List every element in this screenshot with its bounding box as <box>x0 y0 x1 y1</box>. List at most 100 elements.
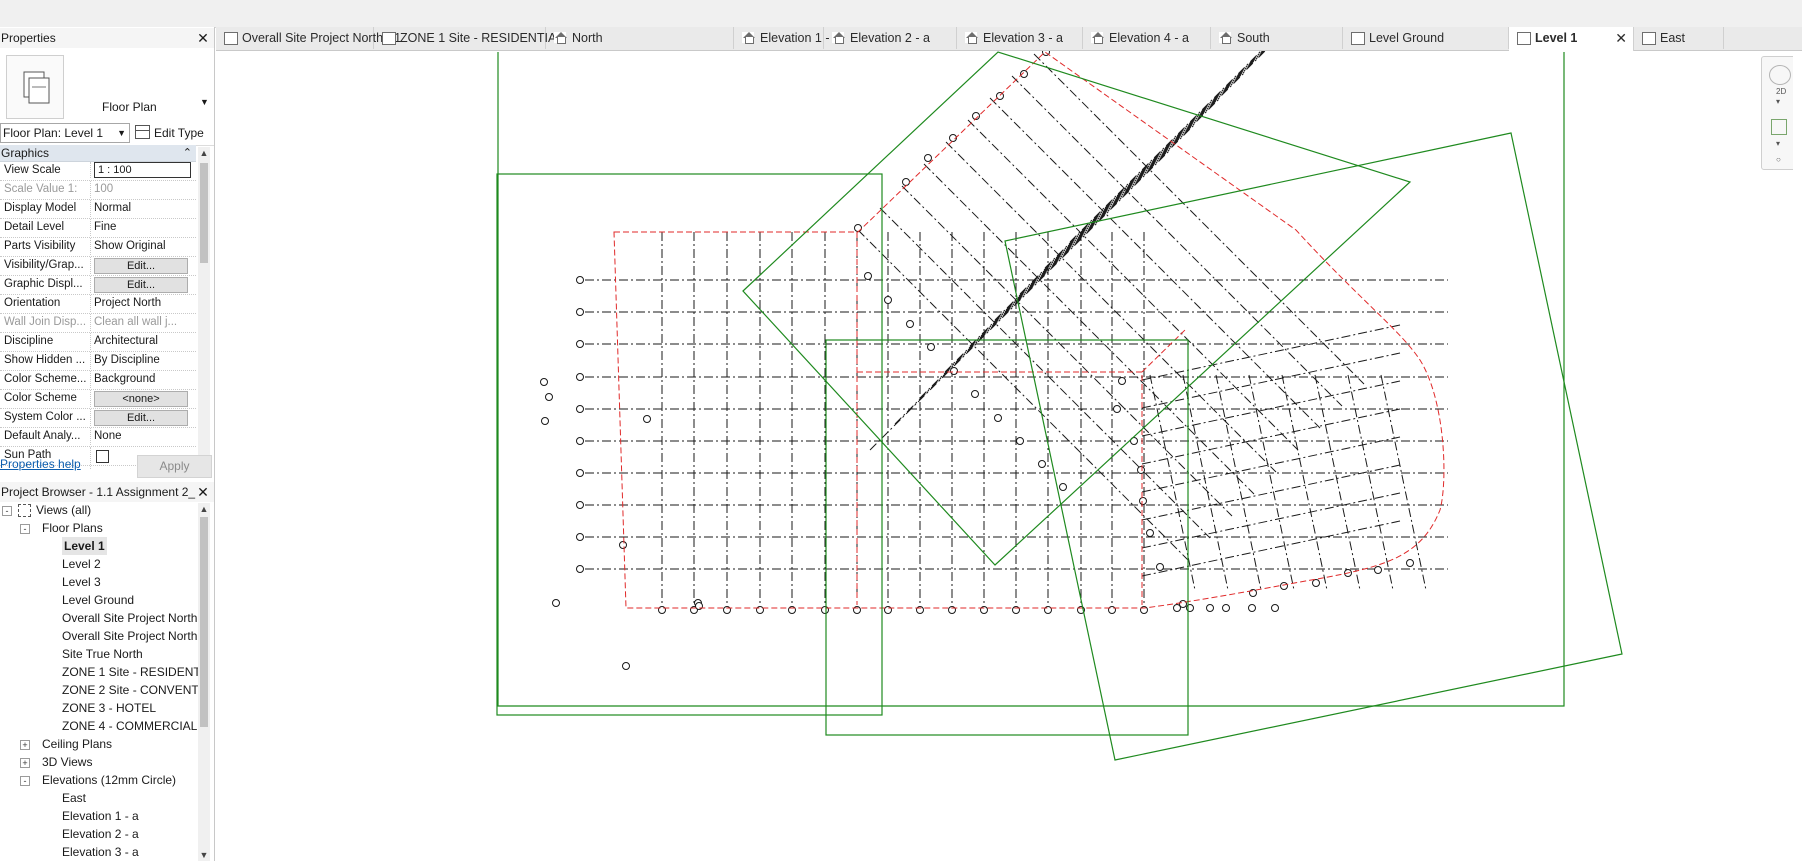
tree-item[interactable]: - Floor Plans <box>0 519 198 537</box>
property-value[interactable]: Normal <box>90 200 194 217</box>
tree-item[interactable]: Level Ground <box>0 591 198 609</box>
tree-item[interactable]: Elevation 1 - a <box>0 807 198 825</box>
property-row[interactable]: Show Hidden ... By Discipline <box>0 352 196 371</box>
property-value[interactable]: Edit... <box>90 276 194 293</box>
grid-bubble <box>643 415 651 423</box>
tab-view[interactable]: Level Ground <box>1343 27 1509 49</box>
properties-close-icon[interactable]: ✕ <box>196 29 210 47</box>
property-row[interactable]: Color Scheme <none> <box>0 390 196 409</box>
chevron-down-icon[interactable]: ▾ <box>1776 139 1780 148</box>
property-value[interactable]: None <box>90 428 194 445</box>
property-row[interactable]: Orientation Project North <box>0 295 196 314</box>
collapse-icon[interactable]: - <box>2 506 12 516</box>
tab-view[interactable]: Overall Site Project North A1 <box>216 27 401 49</box>
view-scale-input[interactable]: 1 : 100 <box>94 162 191 178</box>
drawing-canvas[interactable] <box>216 51 1802 861</box>
scroll-down-icon[interactable]: ▼ <box>198 849 210 861</box>
tree-item[interactable]: Site True North <box>0 645 198 663</box>
tab-view[interactable]: Elevation 1 - a <box>734 27 840 49</box>
project-browser-close-icon[interactable]: ✕ <box>196 483 210 501</box>
zoom-icon[interactable] <box>1771 119 1787 135</box>
apply-button[interactable]: Apply <box>137 455 212 478</box>
close-tab-icon[interactable]: ✕ <box>1615 27 1627 49</box>
property-row[interactable]: Display Model Normal <box>0 200 196 219</box>
tree-item-label: Site True North <box>62 647 143 661</box>
property-edit-button[interactable]: Edit... <box>94 258 188 274</box>
property-value[interactable]: Edit... <box>90 257 194 274</box>
tree-item[interactable]: ZONE 3 - HOTEL <box>0 699 198 717</box>
tab-view[interactable]: Elevation 2 - a <box>824 27 957 49</box>
collapse-icon[interactable]: - <box>20 776 30 786</box>
tab-view[interactable]: Elevation 4 - a <box>1083 27 1211 49</box>
steering-wheel-icon[interactable] <box>1769 65 1791 85</box>
property-value[interactable]: Show Original <box>90 238 194 255</box>
tree-item[interactable]: Elevation 3 - a <box>0 843 198 861</box>
tree-item[interactable]: - Elevations (12mm Circle) <box>0 771 198 789</box>
tree-item[interactable]: - Views (all) <box>0 501 198 519</box>
graphics-section-header[interactable]: Graphics ⌃ <box>0 145 196 162</box>
property-value[interactable]: By Discipline <box>90 352 194 369</box>
grid-bubble <box>1406 559 1414 567</box>
tree-item[interactable]: + Ceiling Plans <box>0 735 198 753</box>
property-row[interactable]: Discipline Architectural <box>0 333 196 352</box>
property-row[interactable]: Wall Join Disp... Clean all wall j... <box>0 314 196 333</box>
tree-item[interactable]: +3D Views <box>0 753 198 771</box>
tree-item[interactable]: ZONE 1 Site - RESIDENTIA <box>0 663 198 681</box>
property-value[interactable]: Edit... <box>90 409 194 426</box>
floor-plan-drawing[interactable] <box>216 51 1802 861</box>
tab-view[interactable]: Level 1 ✕ <box>1509 27 1634 51</box>
property-row[interactable]: Graphic Displ... Edit... <box>0 276 196 295</box>
tree-item[interactable]: ZONE 4 - COMMERCIAL <box>0 717 198 735</box>
tab-view[interactable]: North <box>546 27 734 49</box>
property-edit-button[interactable]: <none> <box>94 391 188 407</box>
tab-view[interactable]: South <box>1211 27 1343 49</box>
property-row[interactable]: Visibility/Grap... Edit... <box>0 257 196 276</box>
chevron-down-icon[interactable]: ▾ <box>1776 97 1780 106</box>
scroll-up-icon[interactable]: ▲ <box>198 503 210 515</box>
tree-item[interactable]: Overall Site Project North <box>0 627 198 645</box>
property-row[interactable]: Color Scheme... Background <box>0 371 196 390</box>
expand-icon[interactable]: + <box>20 758 30 768</box>
tree-item[interactable]: Elevation 2 - a <box>0 825 198 843</box>
options-icon[interactable]: ○ <box>1776 155 1781 164</box>
tree-item[interactable]: Level 3 <box>0 573 198 591</box>
view-instance-selector[interactable]: Floor Plan: Level 1 ▼ <box>0 123 130 143</box>
property-row[interactable]: Detail Level Fine <box>0 219 196 238</box>
collapse-icon[interactable]: ⌃ <box>183 145 192 162</box>
property-row[interactable]: Parts Visibility Show Original <box>0 238 196 257</box>
tree-item[interactable]: East <box>0 789 198 807</box>
property-value[interactable]: <none> <box>90 390 194 407</box>
tab-view[interactable]: ZONE 1 Site - RESIDENTIAL <box>374 27 563 49</box>
scroll-up-icon[interactable]: ▲ <box>198 147 210 159</box>
property-edit-button[interactable]: Edit... <box>94 410 188 426</box>
tree-item[interactable]: ZONE 2 Site - CONVENTIC <box>0 681 198 699</box>
property-edit-button[interactable]: Edit... <box>94 277 188 293</box>
plan-view-icon <box>224 32 238 45</box>
property-row[interactable]: View Scale 1 : 100 <box>0 162 196 181</box>
tab-view[interactable]: East <box>1634 27 1724 49</box>
tree-item[interactable]: Level 1 <box>0 537 198 555</box>
property-row[interactable]: Scale Value 1: 100 <box>0 181 196 200</box>
edit-type-button[interactable]: Edit Type <box>135 123 214 143</box>
properties-help-link[interactable]: Properties help <box>0 457 81 471</box>
type-dropdown-icon[interactable]: ▼ <box>200 97 209 107</box>
browser-scrollbar[interactable]: ▲ ▼ <box>198 503 210 861</box>
collapse-icon[interactable]: - <box>20 524 30 534</box>
tab-view[interactable]: Elevation 3 - a <box>957 27 1083 49</box>
grid-bubble <box>576 276 584 284</box>
property-value[interactable]: Architectural <box>90 333 194 350</box>
property-value[interactable]: Background <box>90 371 194 388</box>
sun-path-checkbox[interactable] <box>96 450 109 463</box>
tree-item[interactable]: Overall Site Project North <box>0 609 198 627</box>
property-value[interactable]: Project North <box>90 295 194 312</box>
grid-bubble <box>545 393 553 401</box>
property-row[interactable]: System Color ... Edit... <box>0 409 196 428</box>
tree-item[interactable]: Level 2 <box>0 555 198 573</box>
property-value[interactable]: 1 : 100 <box>90 162 194 178</box>
property-row[interactable]: Default Analy... None <box>0 428 196 447</box>
scroll-thumb[interactable] <box>200 163 208 263</box>
property-value[interactable]: Fine <box>90 219 194 236</box>
scroll-thumb[interactable] <box>200 517 208 727</box>
properties-scrollbar[interactable]: ▲ ▼ <box>198 147 210 477</box>
expand-icon[interactable]: + <box>20 740 30 750</box>
